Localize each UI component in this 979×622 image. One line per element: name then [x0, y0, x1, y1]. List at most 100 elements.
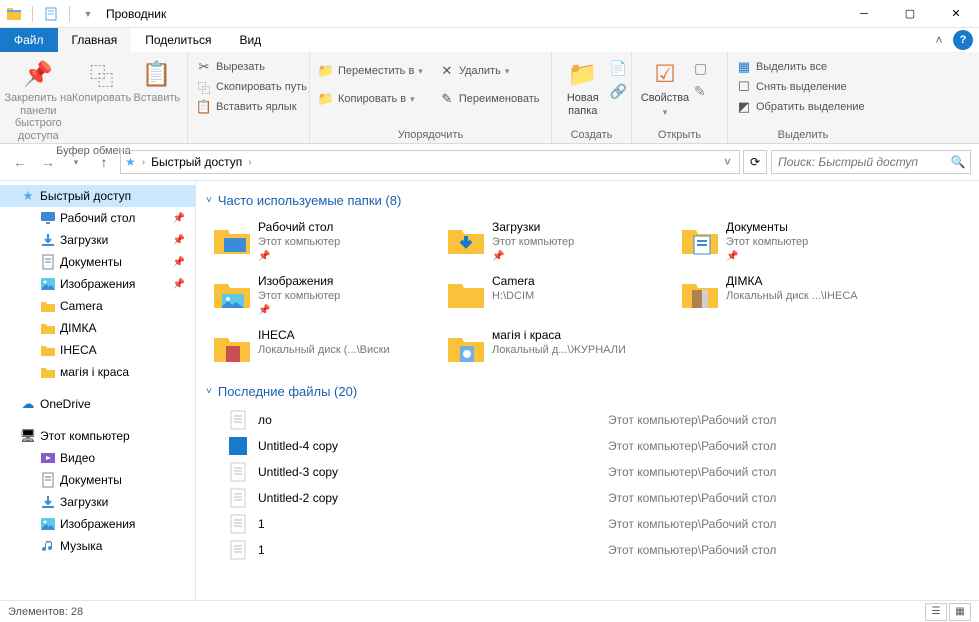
file-icon — [228, 436, 248, 456]
sidebar-item[interactable]: Camera — [0, 295, 195, 317]
invert-selection-icon: ◩ — [736, 99, 752, 115]
section-recent-files[interactable]: ˅ Последние файлы (20) — [206, 384, 967, 399]
navbar: ← → ▾ ↑ ★ › Быстрый доступ › ˅ ⟳ 🔍 — [0, 144, 979, 180]
nav-up-button[interactable]: ↑ — [92, 150, 116, 174]
view-icons-button[interactable]: ▦ — [949, 603, 971, 621]
address-bar[interactable]: ★ › Быстрый доступ › ˅ — [120, 150, 740, 174]
nav-back-button[interactable]: ← — [8, 150, 32, 174]
folder-item[interactable]: ИзображенияЭтот компьютер📌 — [208, 270, 438, 320]
file-row[interactable]: лоЭтот компьютер\Рабочий стол — [208, 407, 967, 433]
folder-item[interactable]: ЗагрузкиЭтот компьютер📌 — [442, 216, 672, 266]
sidebar-item[interactable]: Загрузки📌 — [0, 229, 195, 251]
file-row[interactable]: 1Этот компьютер\Рабочий стол — [208, 511, 967, 537]
search-icon[interactable]: 🔍 — [946, 155, 970, 169]
new-folder-button[interactable]: 📁 Новая папка — [556, 54, 610, 117]
documents-icon — [40, 472, 56, 488]
file-row[interactable]: Untitled-4 copyЭтот компьютер\Рабочий ст… — [208, 433, 967, 459]
pin-icon: 📌 — [726, 251, 808, 262]
maximize-button[interactable]: ▢ — [887, 0, 933, 28]
minimize-button[interactable]: ─ — [841, 0, 887, 28]
content-pane[interactable]: ˅ Часто используемые папки (8) Рабочий с… — [196, 181, 979, 600]
nav-forward-button[interactable]: → — [36, 150, 60, 174]
sidebar-item[interactable]: Изображения — [0, 513, 195, 535]
sidebar-item[interactable]: ДІМКА — [0, 317, 195, 339]
file-row[interactable]: Untitled-3 copyЭтот компьютер\Рабочий ст… — [208, 459, 967, 485]
invert-selection-button[interactable]: ◩Обратить выделение — [734, 98, 867, 116]
paste-button[interactable]: 📋 Вставить — [131, 54, 183, 105]
folder-item[interactable]: ДІМКАЛокальный диск ...\IHECA — [676, 270, 906, 320]
qat-dropdown-icon[interactable]: ▼ — [80, 6, 96, 22]
sidebar-item[interactable]: Загрузки — [0, 491, 195, 513]
paste-shortcut-button[interactable]: 📋Вставить ярлык — [194, 98, 309, 116]
help-icon[interactable]: ? — [953, 30, 973, 50]
file-icon — [228, 514, 248, 534]
sidebar-item[interactable]: Музыка — [0, 535, 195, 557]
section-frequent-folders[interactable]: ˅ Часто используемые папки (8) — [206, 193, 967, 208]
sidebar-item[interactable]: Видео — [0, 447, 195, 469]
select-none-button[interactable]: ☐Снять выделение — [734, 78, 867, 96]
sidebar-quick-access[interactable]: ★ Быстрый доступ — [0, 185, 195, 207]
tab-share[interactable]: Поделиться — [131, 28, 225, 52]
file-row[interactable]: Untitled-2 copyЭтот компьютер\Рабочий ст… — [208, 485, 967, 511]
copy-to-button[interactable]: 📁Копировать в ▾ — [316, 90, 425, 108]
select-all-icon: ▦ — [736, 59, 752, 75]
search-box[interactable]: 🔍 — [771, 150, 971, 174]
thumb2-icon — [212, 328, 252, 368]
sidebar-item[interactable]: магія і краса — [0, 361, 195, 383]
select-all-button[interactable]: ▦Выделить все — [734, 58, 867, 76]
qat-properties-icon[interactable] — [43, 6, 59, 22]
new-item-icon[interactable]: 📄 — [610, 60, 627, 77]
pin-to-quick-button[interactable]: 📌 Закрепить на панели быстрого доступа — [4, 54, 73, 143]
tab-file[interactable]: Файл — [0, 28, 58, 52]
tab-home[interactable]: Главная — [58, 28, 132, 52]
downloads-icon — [446, 220, 486, 260]
folder-item[interactable]: Рабочий столЭтот компьютер📌 — [208, 216, 438, 266]
folder-item[interactable]: магія і красаЛокальный д...\ЖУРНАЛИ — [442, 324, 672, 372]
properties-icon: ☑ — [649, 58, 681, 90]
copy-path-button[interactable]: ⿻Скопировать путь — [194, 78, 309, 96]
search-input[interactable] — [772, 155, 946, 169]
folder-item[interactable]: ДокументыЭтот компьютер📌 — [676, 216, 906, 266]
copy-icon: ⿻ — [86, 58, 118, 90]
sidebar-item[interactable]: IHECA — [0, 339, 195, 361]
copy-to-icon: 📁 — [318, 91, 334, 107]
pin-icon: 📌 — [492, 251, 574, 262]
rename-button[interactable]: ✎Переименовать — [437, 90, 542, 108]
select-none-icon: ☐ — [736, 79, 752, 95]
pin-icon: 📌 — [22, 58, 54, 90]
copy-button[interactable]: ⿻ Копировать — [73, 54, 131, 105]
sidebar-item[interactable]: Рабочий стол📌 — [0, 207, 195, 229]
easy-access-icon[interactable]: 🔗 — [610, 83, 627, 100]
sidebar-item[interactable]: Документы📌 — [0, 251, 195, 273]
folder-icon — [40, 320, 56, 336]
sidebar-item[interactable]: Изображения📌 — [0, 273, 195, 295]
open-icon[interactable]: ▢ — [694, 60, 707, 77]
breadcrumb-root-icon[interactable]: ★ — [123, 155, 138, 169]
close-button[interactable]: ✕ — [933, 0, 979, 28]
onedrive-icon: ☁ — [20, 396, 36, 412]
sidebar-this-pc[interactable]: 🖥 Этот компьютер — [0, 425, 195, 447]
delete-button[interactable]: ✕Удалить ▾ — [437, 62, 542, 80]
breadcrumb-root[interactable]: Быстрый доступ — [149, 155, 244, 169]
pictures-icon — [40, 516, 56, 532]
sidebar-onedrive[interactable]: ☁ OneDrive — [0, 393, 195, 415]
pictures-icon — [40, 276, 56, 292]
folder-item[interactable]: IHECAЛокальный диск (...\Виски — [208, 324, 438, 372]
refresh-button[interactable]: ⟳ — [743, 150, 767, 174]
ribbon-collapse-icon[interactable]: ˄ — [925, 28, 953, 52]
nav-history-dropdown[interactable]: ▾ — [64, 150, 88, 174]
folder-item[interactable]: CameraH:\DCIM — [442, 270, 672, 320]
nav-pane[interactable]: ★ Быстрый доступ Рабочий стол📌Загрузки📌Д… — [0, 181, 196, 600]
properties-button[interactable]: ☑ Свойства ▾ — [636, 54, 694, 118]
star-icon: ★ — [20, 188, 36, 204]
pictures-icon — [212, 274, 252, 314]
view-details-button[interactable]: ☰ — [925, 603, 947, 621]
file-row[interactable]: 1Этот компьютер\Рабочий стол — [208, 537, 967, 563]
cut-button[interactable]: ✂Вырезать — [194, 58, 309, 76]
edit-icon[interactable]: ✎ — [694, 83, 707, 100]
tab-view[interactable]: Вид — [225, 28, 275, 52]
sidebar-item[interactable]: Документы — [0, 469, 195, 491]
move-to-button[interactable]: 📁Переместить в ▾ — [316, 62, 425, 80]
address-dropdown-icon[interactable]: ˅ — [718, 155, 737, 169]
ribbon: 📌 Закрепить на панели быстрого доступа ⿻… — [0, 52, 979, 144]
